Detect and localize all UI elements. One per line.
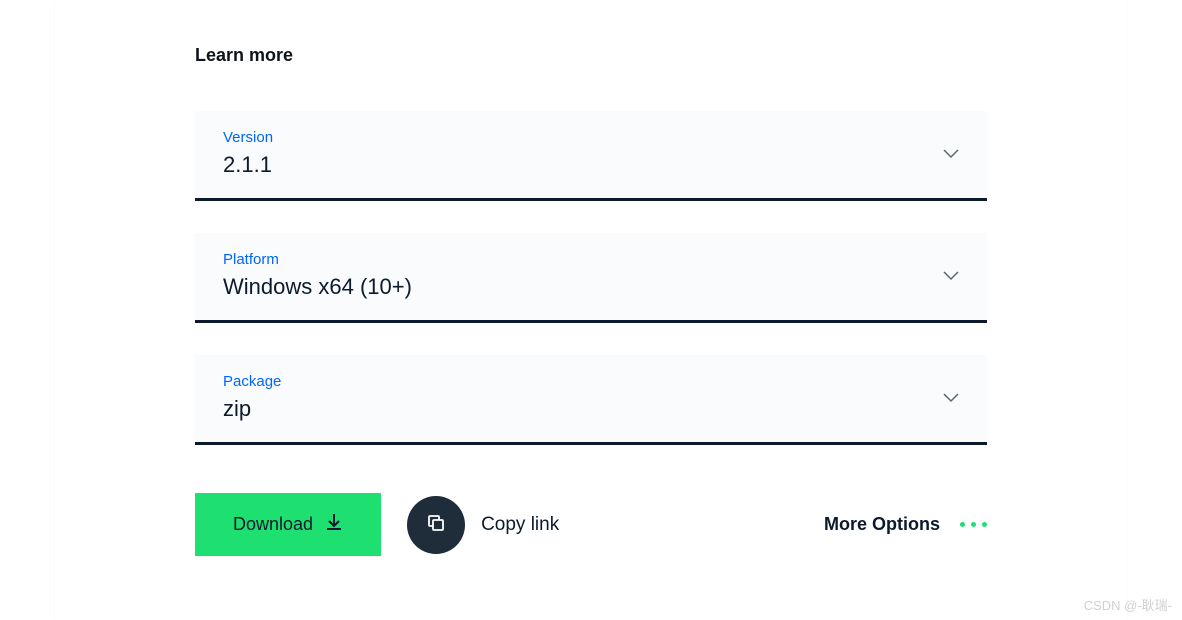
learn-more-link[interactable]: Learn more bbox=[195, 45, 987, 66]
copy-link-label: Copy link bbox=[481, 514, 559, 536]
more-options-dots-icon bbox=[960, 522, 987, 527]
copy-link-button[interactable] bbox=[407, 496, 465, 554]
actions-row: Download Copy link More Options bbox=[195, 493, 987, 556]
platform-value: Windows x64 (10+) bbox=[223, 274, 959, 300]
copy-icon bbox=[426, 513, 446, 536]
chevron-down-icon bbox=[943, 390, 959, 408]
chevron-down-icon bbox=[943, 268, 959, 286]
package-value: zip bbox=[223, 396, 959, 422]
more-options-label: More Options bbox=[824, 514, 940, 535]
package-label: Package bbox=[223, 373, 959, 390]
chevron-down-icon bbox=[943, 146, 959, 164]
download-button[interactable]: Download bbox=[195, 493, 381, 556]
download-label: Download bbox=[233, 514, 313, 535]
version-label: Version bbox=[223, 129, 959, 146]
more-options-button[interactable]: More Options bbox=[824, 514, 987, 535]
version-value: 2.1.1 bbox=[223, 152, 959, 178]
platform-dropdown[interactable]: Platform Windows x64 (10+) bbox=[195, 233, 987, 323]
version-dropdown[interactable]: Version 2.1.1 bbox=[195, 111, 987, 201]
watermark: CSDN @-耿瑞- bbox=[1084, 595, 1172, 614]
package-dropdown[interactable]: Package zip bbox=[195, 355, 987, 445]
download-icon bbox=[325, 513, 343, 536]
platform-label: Platform bbox=[223, 251, 959, 268]
